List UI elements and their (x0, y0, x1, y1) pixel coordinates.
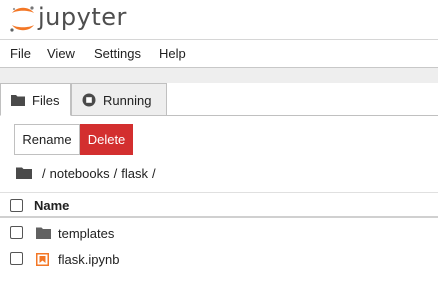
folder-icon (36, 227, 51, 239)
folder-icon (11, 95, 25, 106)
breadcrumb-separator: / (42, 165, 46, 181)
list-item[interactable]: flask.ipynb (0, 246, 438, 272)
column-header-name[interactable]: Name (34, 198, 69, 213)
breadcrumb-separator: / (113, 165, 118, 181)
menu-settings[interactable]: Settings (94, 46, 141, 61)
tab-running-label: Running (103, 93, 152, 108)
folder-icon[interactable] (16, 167, 32, 179)
row-checkbox[interactable] (10, 226, 23, 239)
delete-button[interactable]: Delete (80, 124, 133, 155)
menu-file[interactable]: File (10, 46, 31, 61)
tab-strip-background (0, 68, 438, 83)
tab-files-label: Files (32, 93, 60, 108)
breadcrumb: / notebooks / flask / (16, 164, 160, 182)
list-item[interactable]: templates (0, 220, 438, 246)
menu-view[interactable]: View (47, 46, 75, 61)
file-name[interactable]: templates (58, 226, 114, 241)
rename-button[interactable]: Rename (14, 124, 80, 155)
stop-circle-icon (82, 93, 96, 107)
breadcrumb-flask[interactable]: flask (121, 166, 148, 181)
menu-help[interactable]: Help (159, 46, 186, 61)
select-all-checkbox[interactable] (10, 199, 23, 212)
tab-files[interactable]: Files (0, 83, 71, 116)
tab-running[interactable]: Running (71, 83, 167, 116)
breadcrumb-separator: / (151, 165, 156, 181)
row-checkbox[interactable] (10, 252, 23, 265)
top-bar: jupyter (0, 0, 438, 40)
notebook-icon (36, 253, 49, 266)
breadcrumb-notebooks[interactable]: notebooks (50, 166, 110, 181)
list-header: Name (0, 192, 438, 218)
menu-bar: File View Settings Help (0, 40, 438, 68)
file-name[interactable]: flask.ipynb (58, 252, 119, 267)
logo-text: jupyter (38, 3, 127, 31)
